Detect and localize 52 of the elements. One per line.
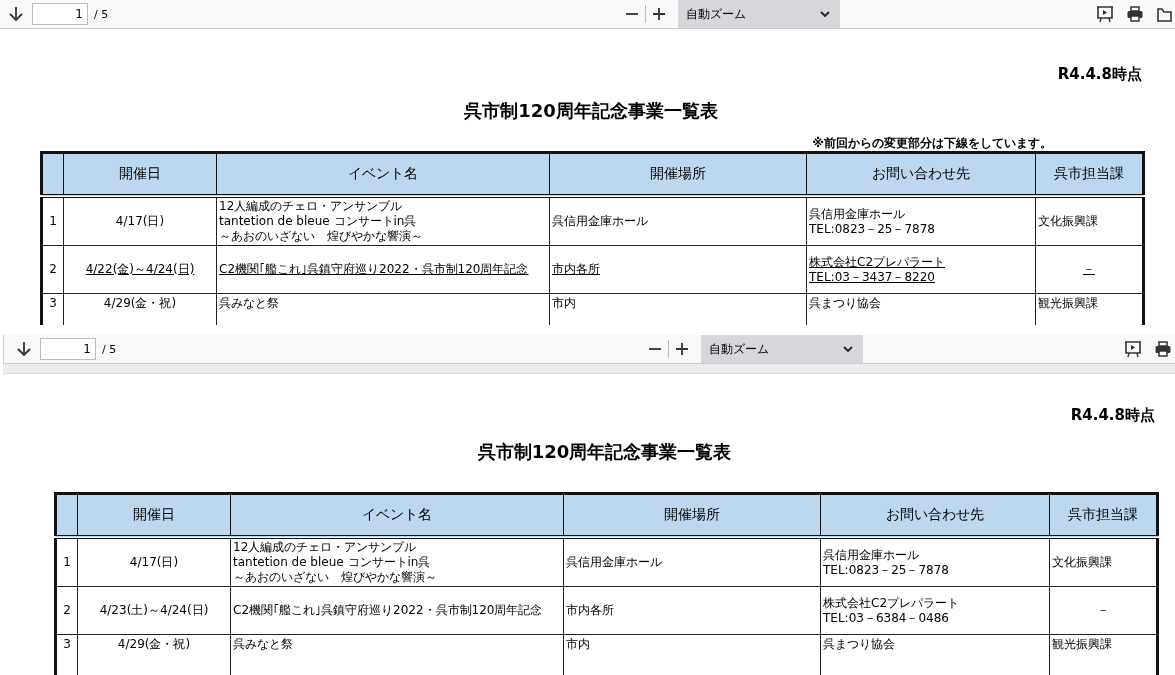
column-header: イベント名 xyxy=(216,152,550,196)
arrow-down-icon xyxy=(7,5,25,23)
document-title: 呉市制120周年記念事業一覧表 xyxy=(463,99,719,123)
row-number: 2 xyxy=(41,245,64,294)
column-header: 開催日 xyxy=(77,493,231,537)
plus-icon xyxy=(674,341,691,357)
venue-cell: 市内 xyxy=(563,634,821,675)
minus-icon xyxy=(626,13,639,15)
zoom-select[interactable]: 自動ズーム xyxy=(678,0,841,28)
contact-cell: 呉信用金庫ホール TEL:0823－25－7878 xyxy=(806,196,1036,246)
date-cell: 4/22(金)～4/24(日) xyxy=(63,245,217,294)
venue-cell: 呉信用金庫ホール xyxy=(563,537,821,587)
column-header: お問い合わせ先 xyxy=(806,152,1036,196)
document-title: 呉市制120周年記念事業一覧表 xyxy=(476,440,733,464)
row-number: 1 xyxy=(55,537,78,587)
arrow-down-icon xyxy=(15,340,33,358)
column-header: 呉市担当課 xyxy=(1035,152,1144,196)
page-number-field[interactable]: 1 xyxy=(40,338,96,360)
contact-cell: 株式会社C2プレパラート TEL:03－3437－8220 xyxy=(806,245,1036,294)
date-label: R4.4.8時点 xyxy=(1056,65,1142,85)
contact-cell: 呉信用金庫ホール TEL:0823－25－7878 xyxy=(820,537,1050,587)
page-number-field[interactable]: 1 xyxy=(32,3,88,25)
event-cell: C2機関｢艦これ｣呉鎮守府巡り2022・呉市制120周年記念 xyxy=(216,245,550,294)
date-cell: 4/23(土)～4/24(日) xyxy=(77,586,231,635)
page-count: / 5 xyxy=(102,342,117,356)
column-header: イベント名 xyxy=(230,493,564,537)
event-cell: 12人編成のチェロ・アンサンブル tantetion de bleue コンサートin呉 ～あおのいざない 煌びやかな響演～ xyxy=(230,537,564,587)
zoom-select[interactable]: 自動ズーム xyxy=(701,335,864,363)
contact-cell: 株式会社C2プレパラート TEL:03－6384－0486 xyxy=(820,586,1050,635)
date-label: R4.4.8時点 xyxy=(1069,406,1155,426)
change-note: ※前回からの変更部分は下線をしています。 xyxy=(811,135,1052,151)
event-cell: 12人編成のチェロ・アンサンブル tantetion de bleue コンサートin呉 ～あおのいざない 煌びやかな響演～ xyxy=(216,196,550,246)
chevron-down-icon xyxy=(843,345,854,353)
plus-icon xyxy=(651,6,668,22)
column-header: 開催場所 xyxy=(563,493,821,537)
minus-icon xyxy=(649,348,662,350)
column-header: 開催日 xyxy=(63,152,217,196)
row-number: 2 xyxy=(55,586,78,635)
contact-cell: 呉まつり協会 xyxy=(820,634,1050,675)
row-number: 1 xyxy=(41,196,64,246)
column-header: 開催場所 xyxy=(549,152,807,196)
chevron-down-icon xyxy=(820,10,831,18)
column-header: お問い合わせ先 xyxy=(820,493,1050,537)
column-header: 呉市担当課 xyxy=(1049,493,1158,537)
date-cell: 4/17(日) xyxy=(63,196,217,246)
venue-cell: 市内各所 xyxy=(549,245,807,294)
page-count: / 5 xyxy=(94,7,109,21)
venue-cell: 市内各所 xyxy=(563,586,821,635)
event-cell: C2機関｢艦これ｣呉鎮守府巡り2022・呉市制120周年記念 xyxy=(230,586,564,635)
venue-cell: 呉信用金庫ホール xyxy=(549,196,807,246)
event-cell: 呉みなと祭 xyxy=(230,634,564,675)
date-cell: 4/17(日) xyxy=(77,537,231,587)
